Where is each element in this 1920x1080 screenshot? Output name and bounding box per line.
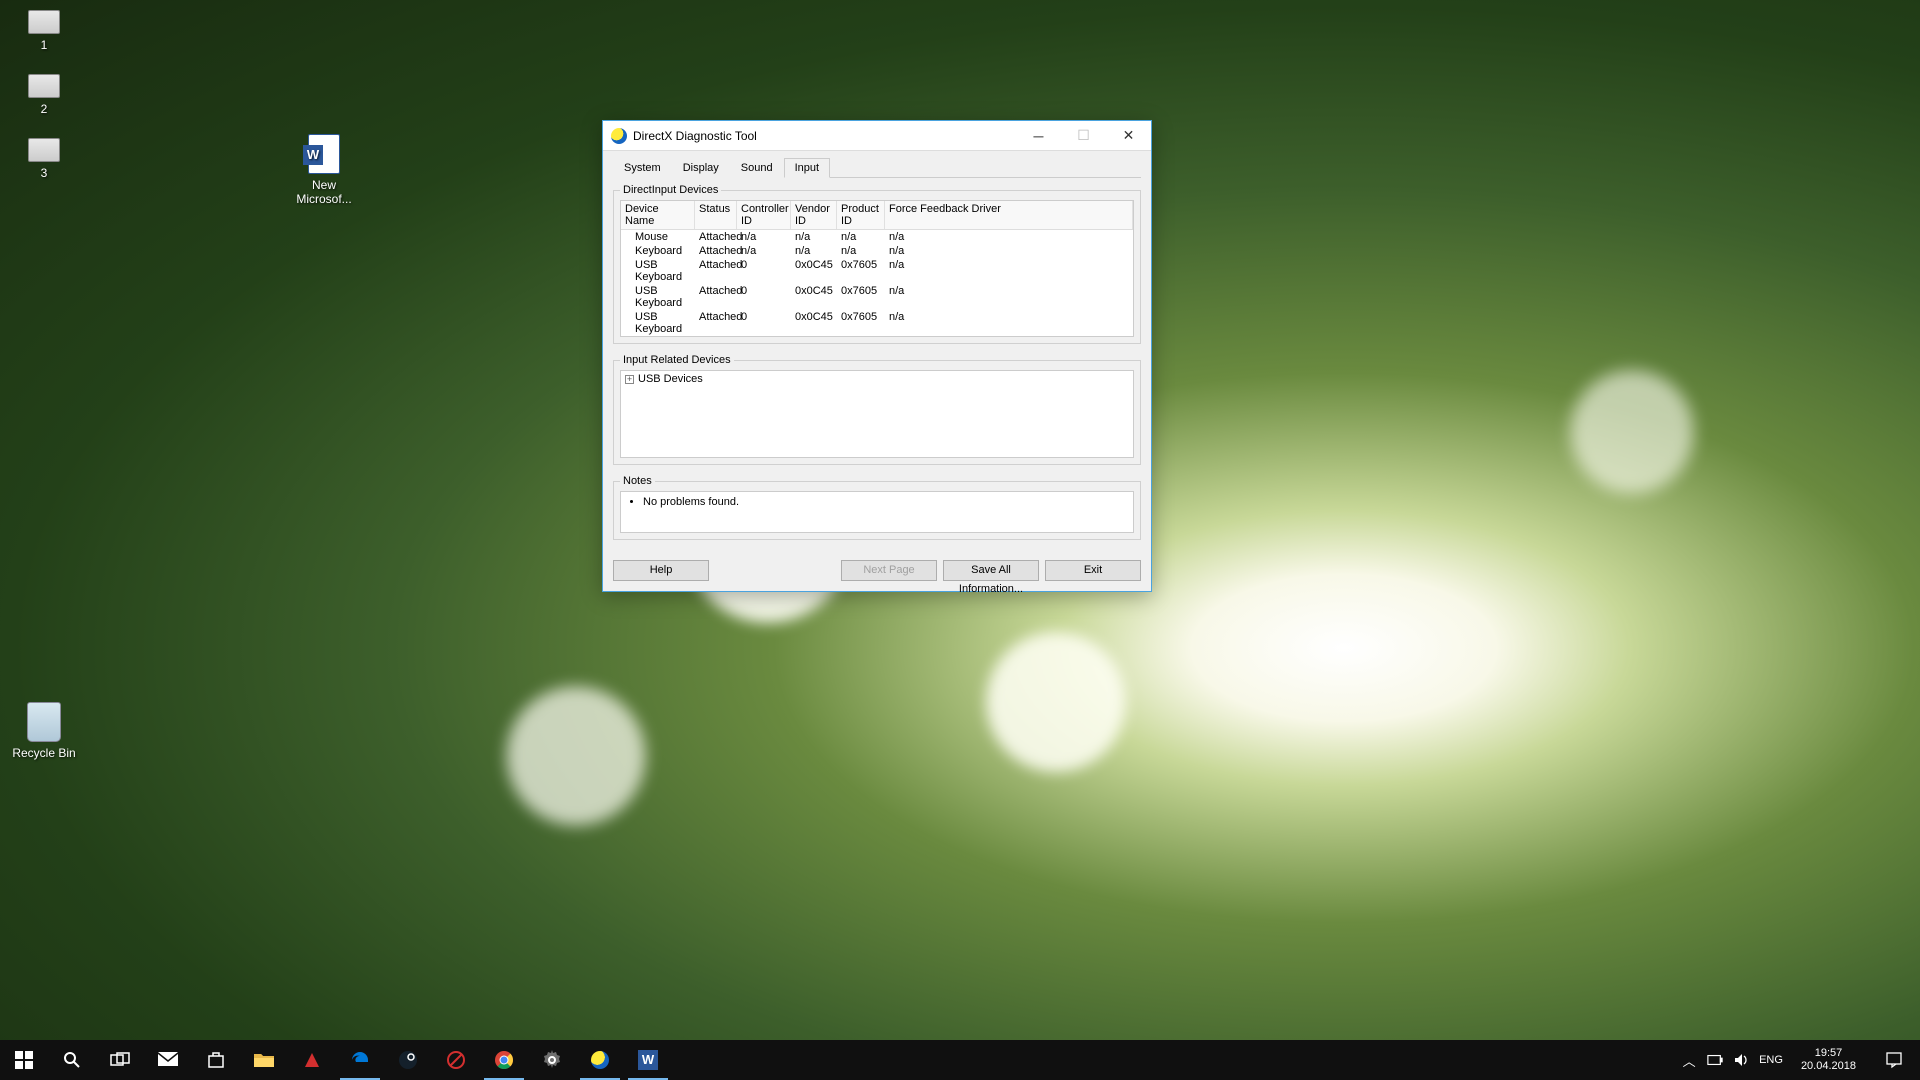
desktop-icon-label: 2 [6, 102, 82, 116]
taskbar-blocked[interactable] [432, 1040, 480, 1080]
window-title: DirectX Diagnostic Tool [633, 129, 1016, 143]
taskbar-steam[interactable] [384, 1040, 432, 1080]
exit-button[interactable]: Exit [1045, 560, 1141, 581]
taskbar-word[interactable]: W [624, 1040, 672, 1080]
recycle-bin-icon [27, 702, 61, 742]
clock-time: 19:57 [1801, 1047, 1856, 1060]
word-icon: W [637, 1049, 659, 1071]
group-label: Input Related Devices [620, 354, 734, 366]
devices-tree[interactable]: + USB Devices [620, 370, 1134, 458]
col-vendor-id[interactable]: Vendor ID [791, 201, 837, 229]
taskbar-mail[interactable] [144, 1040, 192, 1080]
devices-table[interactable]: Device Name Status Controller ID Vendor … [620, 200, 1134, 337]
dxdiag-icon [611, 128, 627, 144]
window-controls: ─ ☐ ✕ [1016, 121, 1151, 151]
word-doc-icon [308, 134, 340, 174]
close-button[interactable]: ✕ [1106, 121, 1151, 151]
generic-file-icon [28, 138, 60, 162]
next-page-button: Next Page [841, 560, 937, 581]
dxdiag-icon [589, 1049, 611, 1071]
chrome-icon [493, 1049, 515, 1071]
desktop-icon-label: 1 [6, 38, 82, 52]
generic-file-icon [28, 74, 60, 98]
search-icon [61, 1049, 83, 1071]
mail-icon [157, 1049, 179, 1071]
group-label: Notes [620, 475, 655, 487]
dxdiag-window: DirectX Diagnostic Tool ─ ☐ ✕ System Dis… [602, 120, 1152, 592]
desktop-icon-label: 3 [6, 166, 82, 180]
button-row: Help Next Page Save All Information... E… [603, 560, 1151, 591]
expand-icon[interactable]: + [625, 375, 634, 384]
table-row[interactable]: USB Keyboard Attached 0 0x0C45 0x7605 n/… [621, 258, 1133, 284]
desktop-icon-3[interactable]: 3 [6, 138, 82, 180]
taskbar-chrome[interactable] [480, 1040, 528, 1080]
desktop-icon-label: New Microsof... [286, 178, 362, 206]
window-content: System Display Sound Input DirectInput D… [603, 151, 1151, 560]
col-status[interactable]: Status [695, 201, 737, 229]
help-button[interactable]: Help [613, 560, 709, 581]
start-button[interactable] [0, 1040, 48, 1080]
col-force-feedback[interactable]: Force Feedback Driver [885, 201, 1133, 229]
language-indicator[interactable]: ENG [1759, 1054, 1783, 1066]
taskbar-app-red[interactable] [288, 1040, 336, 1080]
generic-file-icon [28, 10, 60, 34]
system-tray: ︿ ENG 19:57 20.04.2018 [1681, 1040, 1920, 1080]
tab-system[interactable]: System [613, 158, 672, 178]
notes-group: Notes No problems found. [613, 475, 1141, 540]
gear-icon [541, 1049, 563, 1071]
taskbar-explorer[interactable] [240, 1040, 288, 1080]
col-controller-id[interactable]: Controller ID [737, 201, 791, 229]
edge-icon [349, 1049, 371, 1071]
task-view-icon [109, 1049, 131, 1071]
titlebar[interactable]: DirectX Diagnostic Tool ─ ☐ ✕ [603, 121, 1151, 151]
tab-sound[interactable]: Sound [730, 158, 784, 178]
maximize-button[interactable]: ☐ [1061, 121, 1106, 151]
desktop-icon-1[interactable]: 1 [6, 10, 82, 52]
minimize-button[interactable]: ─ [1016, 121, 1061, 151]
directinput-devices-group: DirectInput Devices Device Name Status C… [613, 184, 1141, 344]
taskbar: W ︿ ENG 19:57 20.04.2018 [0, 1040, 1920, 1080]
clock[interactable]: 19:57 20.04.2018 [1793, 1047, 1864, 1073]
desktop-icon-recycle-bin[interactable]: Recycle Bin [6, 702, 82, 760]
tree-node-label: USB Devices [638, 373, 703, 385]
clock-date: 20.04.2018 [1801, 1060, 1856, 1073]
tab-input[interactable]: Input [784, 158, 830, 178]
desktop-icon-label: Recycle Bin [6, 746, 82, 760]
desktop-icon-word-doc[interactable]: New Microsof... [286, 134, 362, 206]
col-device-name[interactable]: Device Name [621, 201, 695, 229]
table-row[interactable]: USB Keyboard Attached 0 0x0C45 0x7605 n/… [621, 284, 1133, 310]
taskbar-settings[interactable] [528, 1040, 576, 1080]
steam-icon [397, 1049, 419, 1071]
input-related-devices-group: Input Related Devices + USB Devices [613, 354, 1141, 465]
search-button[interactable] [48, 1040, 96, 1080]
table-row[interactable]: Keyboard Attached n/a n/a n/a n/a [621, 244, 1133, 258]
notes-box: No problems found. [620, 491, 1134, 533]
tab-display[interactable]: Display [672, 158, 730, 178]
tab-strip: System Display Sound Input [613, 157, 1141, 178]
task-view-button[interactable] [96, 1040, 144, 1080]
taskbar-dxdiag[interactable] [576, 1040, 624, 1080]
save-all-button[interactable]: Save All Information... [943, 560, 1039, 581]
red-triangle-icon [301, 1049, 323, 1071]
tray-volume-icon[interactable] [1733, 1052, 1749, 1068]
notes-text: No problems found. [643, 496, 1127, 508]
action-center-button[interactable] [1874, 1040, 1914, 1080]
windows-icon [13, 1049, 35, 1071]
tree-node-usb-devices[interactable]: + USB Devices [625, 373, 1129, 385]
table-row[interactable]: Mouse Attached n/a n/a n/a n/a [621, 230, 1133, 244]
table-body: Mouse Attached n/a n/a n/a n/a Keyboard … [621, 230, 1133, 336]
taskbar-edge[interactable] [336, 1040, 384, 1080]
desktop[interactable]: 1 2 3 New Microsof... Recycle Bin Direct… [0, 0, 1920, 1080]
group-label: DirectInput Devices [620, 184, 721, 196]
tray-battery-icon[interactable] [1707, 1052, 1723, 1068]
store-icon [205, 1049, 227, 1071]
table-header: Device Name Status Controller ID Vendor … [621, 201, 1133, 230]
table-row[interactable]: USB Keyboard Attached 0 0x0C45 0x7605 n/… [621, 310, 1133, 336]
col-product-id[interactable]: Product ID [837, 201, 885, 229]
tray-chevron-up-icon[interactable]: ︿ [1681, 1052, 1697, 1068]
no-entry-icon [445, 1049, 467, 1071]
taskbar-store[interactable] [192, 1040, 240, 1080]
desktop-icon-2[interactable]: 2 [6, 74, 82, 116]
folder-icon [253, 1049, 275, 1071]
